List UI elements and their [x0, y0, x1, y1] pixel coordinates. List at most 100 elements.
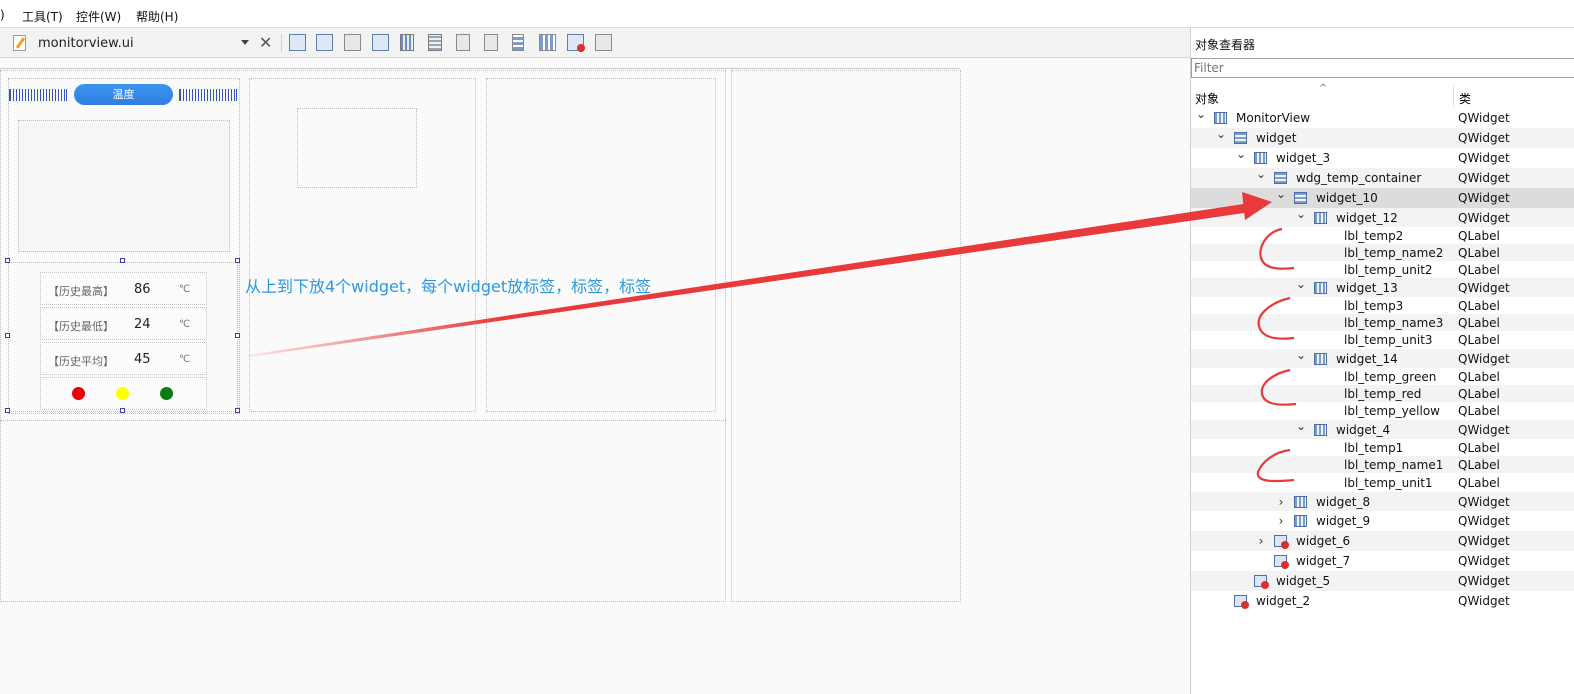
column-header-class[interactable]: 类	[1459, 90, 1471, 107]
open-file-name[interactable]: monitorview.ui	[38, 36, 134, 51]
layout-form-icon[interactable]	[539, 34, 556, 51]
edit-widgets-icon[interactable]	[289, 34, 306, 51]
tree-row-widget-6[interactable]: › widget_6 QWidget	[1191, 531, 1574, 551]
form-canvas[interactable]: 温度 【历史最高】 86 ℃ 【历史最低】 24 ℃ 【历史平均】 45 ℃ 从…	[0, 58, 1190, 694]
object-class: QWidget	[1458, 211, 1510, 225]
temp-value-label: 86	[134, 282, 151, 297]
resize-handle[interactable]	[235, 333, 240, 338]
red-light-indicator	[72, 387, 85, 400]
column-header-object[interactable]: 对象	[1195, 90, 1219, 107]
vertical-layout-icon	[1234, 132, 1247, 144]
expand-chevron-icon[interactable]: ›	[1276, 495, 1286, 509]
widget-container-right[interactable]	[731, 70, 961, 602]
menu-item-tools[interactable]: 工具(T)	[22, 8, 63, 25]
tree-row-widget[interactable]: ⌄ widget QWidget	[1191, 127, 1574, 148]
collapse-chevron-icon[interactable]: ⌄	[1296, 277, 1306, 291]
tree-row-lbl-temp-name1[interactable]: lbl_temp_name1 QLabel	[1191, 456, 1574, 473]
tree-row-widget-2[interactable]: widget_2 QWidget	[1191, 591, 1574, 611]
tree-row-widget-5[interactable]: widget_5 QWidget	[1191, 571, 1574, 591]
tree-row-lbl-temp2[interactable]: lbl_temp2 QLabel	[1191, 227, 1574, 244]
tree-row-lbl-temp-name2[interactable]: lbl_temp_name2 QLabel	[1191, 244, 1574, 261]
tree-row-lbl-temp-red[interactable]: lbl_temp_red QLabel	[1191, 385, 1574, 402]
layout-splitter-horizontal-icon[interactable]	[456, 34, 470, 51]
sort-ascending-icon[interactable]: ^	[1319, 83, 1327, 94]
collapse-chevron-icon[interactable]: ⌄	[1276, 187, 1286, 201]
close-file-button[interactable]: ✕	[259, 33, 272, 52]
menu-item-widgets[interactable]: 控件(W)	[76, 8, 121, 25]
object-class: QLabel	[1458, 246, 1500, 260]
tree-row-widget-12[interactable]: ⌄ widget_12 QWidget	[1191, 207, 1574, 228]
edit-signals-slots-icon[interactable]	[316, 34, 333, 51]
menu-item-help[interactable]: 帮助(H)	[136, 8, 178, 25]
temp-title-label[interactable]: 温度	[74, 84, 173, 105]
middle-inner-box[interactable]	[297, 108, 417, 188]
layout-vertical-icon[interactable]	[428, 34, 442, 51]
break-layout-icon[interactable]	[567, 34, 585, 52]
collapse-chevron-icon[interactable]: ⌄	[1296, 419, 1306, 433]
temp-name-label: 【历史最低】	[48, 320, 114, 333]
object-name: lbl_temp3	[1344, 299, 1404, 313]
collapse-chevron-icon[interactable]: ⌄	[1296, 207, 1306, 221]
tree-row-lbl-temp-green[interactable]: lbl_temp_green QLabel	[1191, 368, 1574, 385]
object-name: lbl_temp_unit1	[1344, 476, 1433, 490]
tree-row-lbl-temp-yellow[interactable]: lbl_temp_yellow QLabel	[1191, 402, 1574, 420]
tree-row-widget-13[interactable]: ⌄ widget_13 QWidget	[1191, 277, 1574, 297]
temp-row-average[interactable]: 【历史平均】 45 ℃	[40, 342, 207, 375]
adjust-size-icon[interactable]	[595, 34, 612, 51]
edit-buddies-icon[interactable]	[344, 34, 361, 51]
chart-area[interactable]	[18, 120, 230, 252]
collapse-chevron-icon[interactable]: ⌄	[1296, 348, 1306, 362]
tree-row-widget-10[interactable]: ⌄ widget_10 QWidget	[1191, 187, 1574, 208]
object-name: lbl_temp_name2	[1344, 246, 1444, 260]
collapse-chevron-icon[interactable]: ⌄	[1236, 147, 1246, 161]
object-class: QLabel	[1458, 404, 1500, 418]
layout-grid-icon[interactable]	[512, 34, 524, 51]
collapse-chevron-icon[interactable]: ⌄	[1256, 167, 1266, 181]
tree-row-lbl-temp-name3[interactable]: lbl_temp_name3 QLabel	[1191, 314, 1574, 331]
resize-handle[interactable]	[235, 408, 240, 413]
horizontal-layout-icon	[1314, 212, 1327, 224]
tree-row-widget-14[interactable]: ⌄ widget_14 QWidget	[1191, 348, 1574, 368]
tree-row-lbl-temp3[interactable]: lbl_temp3 QLabel	[1191, 297, 1574, 314]
tree-row-wdg-temp-container[interactable]: ⌄ wdg_temp_container QWidget	[1191, 167, 1574, 188]
tree-row-widget-7[interactable]: widget_7 QWidget	[1191, 551, 1574, 571]
filter-input[interactable]	[1194, 60, 1564, 76]
filter-field[interactable]	[1191, 58, 1574, 78]
collapse-chevron-icon[interactable]: ⌄	[1196, 107, 1206, 121]
tree-row-widget-4[interactable]: ⌄ widget_4 QWidget	[1191, 419, 1574, 439]
tree-row-widget-3[interactable]: ⌄ widget_3 QWidget	[1191, 147, 1574, 168]
tree-row-lbl-temp-unit1[interactable]: lbl_temp_unit1 QLabel	[1191, 473, 1574, 492]
menu-bar: ) 工具(T) 控件(W) 帮助(H)	[0, 0, 1574, 28]
resize-handle[interactable]	[5, 258, 10, 263]
column-divider[interactable]	[1453, 86, 1454, 106]
object-name: lbl_temp_unit3	[1344, 333, 1433, 347]
layout-horizontal-icon[interactable]	[400, 34, 414, 51]
tree-row-lbl-temp-unit3[interactable]: lbl_temp_unit3 QLabel	[1191, 331, 1574, 349]
collapse-chevron-icon[interactable]: ⌄	[1216, 127, 1226, 141]
resize-handle[interactable]	[120, 408, 125, 413]
broken-layout-icon	[1274, 555, 1289, 569]
tree-row-widget-9[interactable]: › widget_9 QWidget	[1191, 511, 1574, 531]
resize-handle[interactable]	[235, 258, 240, 263]
temp-row-high[interactable]: 【历史最高】 86 ℃	[40, 272, 207, 305]
edit-tab-order-icon[interactable]	[372, 34, 389, 51]
horizontal-layout-icon	[1254, 152, 1267, 164]
annotation-text: 从上到下放4个widget，每个widget放标签，标签，标签	[245, 277, 652, 296]
layout-splitter-vertical-icon[interactable]	[484, 34, 498, 51]
right-panel[interactable]	[486, 78, 716, 412]
tree-row-widget-8[interactable]: › widget_8 QWidget	[1191, 492, 1574, 511]
object-name: widget_12	[1336, 211, 1398, 225]
horizontal-layout-icon	[1314, 282, 1327, 294]
resize-handle[interactable]	[5, 408, 10, 413]
object-class: QLabel	[1458, 458, 1500, 472]
file-dropdown-arrow-icon[interactable]	[241, 40, 249, 45]
menu-item-partial[interactable]: )	[0, 8, 5, 22]
expand-chevron-icon[interactable]: ›	[1256, 534, 1266, 548]
resize-handle[interactable]	[120, 258, 125, 263]
expand-chevron-icon[interactable]: ›	[1276, 514, 1286, 528]
resize-handle[interactable]	[5, 333, 10, 338]
tree-row-lbl-temp-unit2[interactable]: lbl_temp_unit2 QLabel	[1191, 261, 1574, 278]
tree-row-lbl-temp1[interactable]: lbl_temp1 QLabel	[1191, 439, 1574, 456]
tree-row-monitorview[interactable]: ⌄ MonitorView QWidget	[1191, 107, 1574, 128]
temp-row-low[interactable]: 【历史最低】 24 ℃	[40, 307, 207, 340]
